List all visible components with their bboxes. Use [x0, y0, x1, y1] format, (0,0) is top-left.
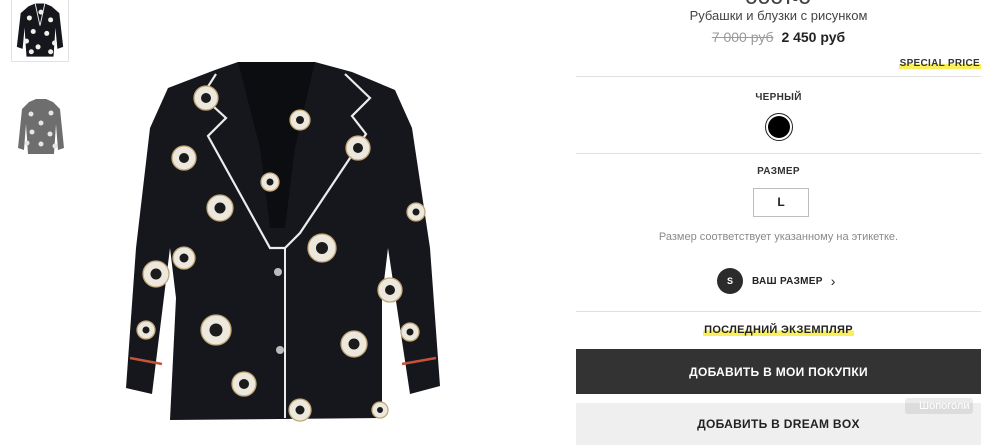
- color-label: ЧЕРНЫЙ: [755, 92, 802, 103]
- old-price: 7 000 руб: [711, 29, 774, 45]
- price-block: 7 000 руб 2 450 руб: [576, 29, 981, 45]
- jacket-back-thumbnail-image: [18, 99, 64, 154]
- thumbnail-back-grey[interactable]: [14, 96, 68, 158]
- product-details-panel: OOOT-O Рубашки и блузки с рисунком 7 000…: [576, 0, 981, 445]
- size-label: РАЗМЕР: [757, 166, 800, 177]
- thumbnail-front-black[interactable]: [11, 0, 69, 62]
- watermark: Шопоголи: [905, 398, 974, 414]
- divider: [576, 153, 981, 154]
- chevron-right-icon: ›: [830, 273, 836, 289]
- product-category[interactable]: Рубашки и блузки с рисунком: [576, 8, 981, 23]
- last-item-notice: ПОСЛЕДНИЙ ЭКЗЕМПЛЯР: [576, 324, 981, 336]
- sale-price: 2 450 руб: [781, 29, 846, 45]
- your-size-label: ВАШ РАЗМЕР: [752, 275, 823, 287]
- jacket-thumbnail-image: [16, 3, 64, 57]
- your-size-button[interactable]: S ВАШ РАЗМЕР ›: [717, 268, 835, 294]
- brand-name: OOOT-O: [576, 0, 981, 8]
- swatch-fill: [768, 116, 790, 138]
- divider: [576, 311, 981, 312]
- your-size-badge: S: [717, 268, 743, 294]
- size-note: Размер соответствует указанному на этике…: [658, 231, 899, 243]
- add-to-cart-button[interactable]: ДОБАВИТЬ В МОИ ПОКУПКИ: [576, 349, 981, 394]
- divider: [576, 76, 981, 77]
- jacket-illustration: [126, 62, 440, 422]
- color-swatch-black[interactable]: [765, 113, 793, 141]
- special-price-badge: SPECIAL PRICE: [898, 58, 981, 69]
- last-item-text: ПОСЛЕДНИЙ ЭКЗЕМПЛЯР: [703, 324, 854, 336]
- size-option-l[interactable]: L: [753, 188, 809, 217]
- product-main-image: [120, 58, 458, 430]
